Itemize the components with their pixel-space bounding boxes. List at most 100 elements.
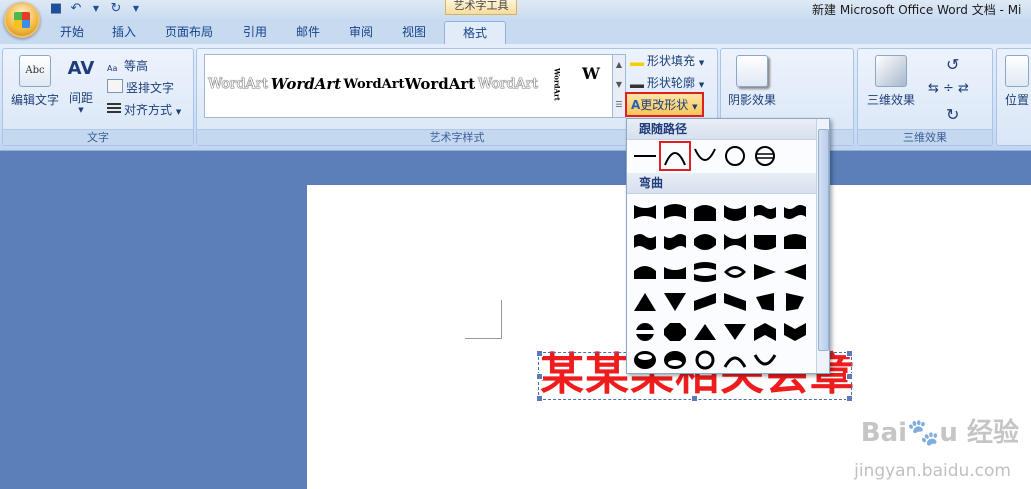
shape-outline-label: 形状轮廓 <box>647 76 696 90</box>
shape-arch-up[interactable] <box>659 141 691 171</box>
position-button[interactable]: 位置 <box>1001 55 1031 108</box>
customize-qat-icon[interactable]: ▼ <box>128 1 144 17</box>
3d-effects-button[interactable]: 三维效果 <box>862 55 920 108</box>
shape-fill-button[interactable]: 形状填充 ▼ <box>630 52 704 69</box>
edit-text-button[interactable]: Abc 编辑文字 <box>9 55 61 108</box>
warp-shape[interactable] <box>631 289 659 315</box>
warp-shape[interactable] <box>721 259 749 285</box>
warp-shape[interactable] <box>631 259 659 285</box>
resize-handle[interactable] <box>536 395 543 402</box>
warp-shape[interactable] <box>631 229 659 255</box>
scrollbar-thumb[interactable] <box>818 129 829 351</box>
resize-handle[interactable] <box>691 395 698 402</box>
wordart-style-2[interactable]: WordArt <box>271 61 342 107</box>
warp-shape[interactable] <box>631 319 659 345</box>
warp-shape[interactable] <box>751 229 779 255</box>
shape-plain-text[interactable] <box>631 143 659 169</box>
tab-review[interactable]: 审阅 <box>349 23 373 40</box>
tab-format[interactable]: 格式 <box>444 21 507 45</box>
wordart-style-1[interactable]: WordArt <box>207 61 269 107</box>
warp-shape[interactable] <box>691 229 719 255</box>
warp-shape[interactable] <box>721 229 749 255</box>
warp-shape[interactable] <box>721 289 749 315</box>
tab-home[interactable]: 开始 <box>60 23 84 40</box>
warp-shape[interactable] <box>691 259 719 285</box>
text-group: Abc 编辑文字 AV 间距 ▼ Aa 等高 竖排文字 对齐方式 ▼ 文字 <box>2 48 194 146</box>
warp-header: 弯曲 <box>627 173 823 194</box>
warp-shape[interactable] <box>661 319 689 345</box>
wordart-style-7[interactable]: W <box>575 63 607 83</box>
change-shape-arrow-icon: ▼ <box>692 103 698 111</box>
warp-shape[interactable] <box>781 229 809 255</box>
shadow-effects-label: 阴影效果 <box>727 93 776 107</box>
wordart-gallery-scrollbar[interactable]: ▲ ▼ ☰ <box>612 54 626 118</box>
redo-icon[interactable]: ↻ <box>108 1 124 17</box>
resize-handle[interactable] <box>846 395 853 402</box>
warp-shape[interactable] <box>751 319 779 345</box>
vertical-text-button[interactable]: 竖排文字 <box>107 79 174 96</box>
wordart-style-4[interactable]: WordArt <box>405 61 476 107</box>
resize-handle[interactable] <box>536 350 543 357</box>
3d-tilt-icon[interactable]: ↺ <box>946 55 959 74</box>
3d-tilt-down-icon[interactable]: ↻ <box>946 105 959 124</box>
warp-shape[interactable] <box>631 347 659 373</box>
dropdown-arrow-icon[interactable]: ▼ <box>88 1 104 17</box>
tab-insert[interactable]: 插入 <box>112 23 136 40</box>
shape-outline-button[interactable]: 形状轮廓 ▼ <box>630 74 704 91</box>
arrange-group: 位置 <box>996 48 1031 146</box>
spacing-button[interactable]: AV 间距 ▼ <box>63 55 99 114</box>
warp-shape[interactable] <box>781 319 809 345</box>
warp-shape[interactable] <box>691 289 719 315</box>
margin-corner-mark <box>465 300 502 339</box>
text-group-label: 文字 <box>3 129 193 145</box>
shape-circle[interactable] <box>721 143 749 169</box>
warp-shape[interactable] <box>751 289 779 315</box>
shape-fill-arrow-icon: ▼ <box>698 59 705 67</box>
wordart-style-5[interactable]: WordArt <box>477 61 539 107</box>
shape-button[interactable] <box>751 143 779 169</box>
save-icon[interactable]: ■ <box>48 1 64 17</box>
warp-shape[interactable] <box>691 347 719 373</box>
wordart-style-3[interactable]: WordArt <box>343 61 405 107</box>
warp-shape[interactable] <box>721 319 749 345</box>
warp-shape[interactable] <box>721 347 749 373</box>
wordart-style-6[interactable]: WordArt <box>545 61 569 107</box>
office-button[interactable] <box>4 2 40 38</box>
align-label: 对齐方式 <box>124 103 173 117</box>
warp-shape[interactable] <box>661 347 689 373</box>
dropdown-scrollbar[interactable] <box>816 119 829 373</box>
warp-shape[interactable] <box>691 199 719 225</box>
warp-shape[interactable] <box>631 199 659 225</box>
tab-references[interactable]: 引用 <box>243 23 267 40</box>
same-height-label: 等高 <box>124 59 149 73</box>
warp-shape[interactable] <box>751 259 779 285</box>
undo-icon[interactable]: ↶ <box>68 1 84 17</box>
warp-shape[interactable] <box>781 199 809 225</box>
title-bar: ■ ↶ ▼ ↻ ▼ 艺术字工具 新建 Microsoft Office Word… <box>0 0 1031 20</box>
shadow-effects-button[interactable]: 阴影效果 <box>727 55 777 108</box>
warp-shape[interactable] <box>661 229 689 255</box>
same-height-button[interactable]: Aa 等高 <box>107 57 148 75</box>
office-logo-icon <box>14 12 30 28</box>
warp-shape[interactable] <box>721 199 749 225</box>
3d-rotate-icon[interactable]: ⇆ ÷ ⇄ <box>928 81 969 96</box>
warp-shape[interactable] <box>661 259 689 285</box>
change-shape-button[interactable]: A更改形状 ▼ <box>625 92 704 117</box>
shape-arch-down[interactable] <box>691 143 719 169</box>
warp-shape[interactable] <box>661 289 689 315</box>
tab-page-layout[interactable]: 页面布局 <box>165 23 213 40</box>
warp-shape[interactable] <box>661 199 689 225</box>
vertical-text-icon <box>107 79 123 93</box>
resize-handle[interactable] <box>846 373 853 380</box>
warp-shape[interactable] <box>781 289 809 315</box>
warp-shape[interactable] <box>751 347 779 373</box>
warp-shape[interactable] <box>751 199 779 225</box>
warp-shape[interactable] <box>781 259 809 285</box>
warp-shape[interactable] <box>691 319 719 345</box>
tab-view[interactable]: 视图 <box>402 23 426 40</box>
tab-mailings[interactable]: 邮件 <box>296 23 320 40</box>
resize-handle[interactable] <box>846 350 853 357</box>
baidu-watermark: Bai🐾u 经验 <box>860 418 1019 448</box>
align-button[interactable]: 对齐方式 ▼ <box>107 101 181 118</box>
resize-handle[interactable] <box>536 373 543 380</box>
